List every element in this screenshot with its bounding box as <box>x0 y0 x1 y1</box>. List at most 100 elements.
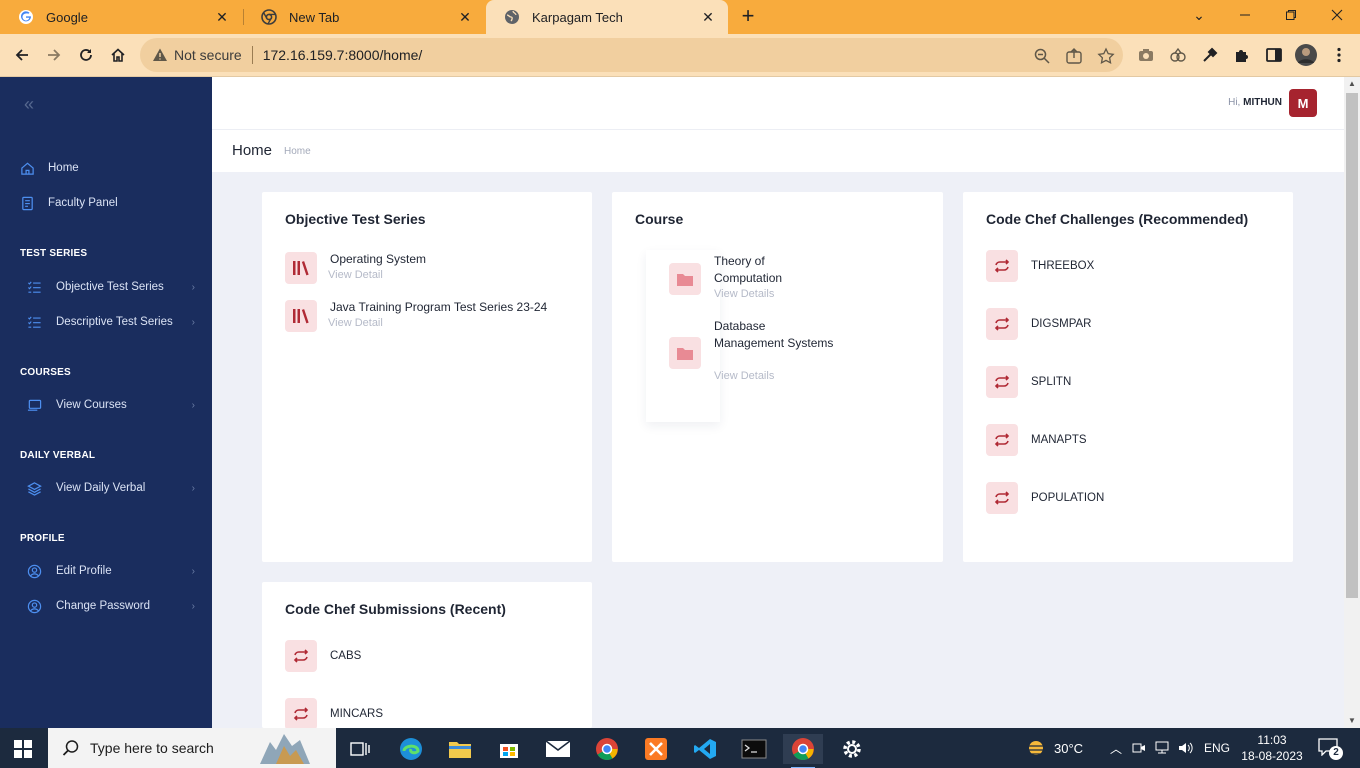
challenge-name[interactable]: POPULATION <box>1031 492 1104 504</box>
user-greeting[interactable]: Hi, MITHUN <box>1228 97 1282 108</box>
clock[interactable]: 11:03 18-08-2023 <box>1238 732 1306 764</box>
avatar[interactable]: M <box>1289 89 1317 117</box>
sidebar-item-label: Home <box>48 162 79 174</box>
chevron-up-icon[interactable]: ︿ <box>1110 740 1122 757</box>
submission-name[interactable]: MINCARS <box>330 708 383 720</box>
tab-search-icon[interactable]: ⌄ <box>1176 0 1222 30</box>
test-series-title[interactable]: Java Training Program Test Series 23-24 <box>330 300 547 314</box>
new-tab-button[interactable]: + <box>736 5 760 29</box>
user-circle-icon <box>27 564 42 578</box>
settings-gear-icon[interactable] <box>832 734 872 764</box>
sidebar-item-view-courses[interactable]: View Courses › <box>27 395 195 415</box>
view-detail-link[interactable]: View Detail <box>328 269 383 281</box>
sync-icon <box>986 424 1018 456</box>
weather-widget[interactable]: 30°C <box>1024 728 1083 768</box>
sidebar-item-label: View Courses <box>56 399 127 411</box>
sidebar-item-view-daily-verbal[interactable]: View Daily Verbal › <box>27 478 195 498</box>
search-icon <box>62 740 79 756</box>
collapse-sidebar-icon[interactable]: « <box>24 94 34 115</box>
scroll-down-icon[interactable]: ▼ <box>1344 714 1360 728</box>
sidebar-item-faculty-panel[interactable]: Faculty Panel <box>20 193 195 213</box>
challenge-name[interactable]: SPLITN <box>1031 376 1071 388</box>
chrome-active-icon[interactable] <box>783 734 823 768</box>
store-icon[interactable] <box>489 734 529 764</box>
volume-icon[interactable] <box>1178 741 1194 755</box>
close-icon[interactable]: ✕ <box>700 9 716 26</box>
sidebar-item-descriptive-test-series[interactable]: Descriptive Test Series › <box>27 312 195 332</box>
file-explorer-icon[interactable] <box>440 734 480 764</box>
sidebar-item-label: Objective Test Series <box>56 281 164 293</box>
tab-new-tab[interactable]: New Tab ✕ <box>243 0 485 34</box>
view-detail-link[interactable]: View Detail <box>328 317 383 329</box>
view-details-link[interactable]: View Details <box>714 370 774 382</box>
forward-icon[interactable] <box>42 43 66 67</box>
sidebar-heading-daily-verbal: DAILY VERBAL <box>20 450 96 461</box>
close-window-icon[interactable] <box>1314 0 1360 30</box>
layers-icon <box>27 481 42 496</box>
tab-karpagam-tech[interactable]: Karpagam Tech ✕ <box>486 0 728 34</box>
tab-google[interactable]: Google ✕ <box>0 0 242 34</box>
challenge-name[interactable]: THREEBOX <box>1031 260 1094 272</box>
sidebar-item-edit-profile[interactable]: Edit Profile › <box>27 561 195 581</box>
challenge-name[interactable]: MANAPTS <box>1031 434 1087 446</box>
tray-icons: ︿ ENG <box>1110 728 1230 768</box>
page-scrollbar[interactable]: ▲ ▼ <box>1344 77 1360 728</box>
breadcrumb-item-home[interactable]: Home <box>284 146 311 157</box>
star-icon[interactable] <box>1097 47 1115 65</box>
back-icon[interactable] <box>10 43 34 67</box>
address-bar[interactable]: Not secure 172.16.159.7:8000/home/ <box>140 38 1123 72</box>
notification-center-icon[interactable]: 2 <box>1318 738 1343 760</box>
edge-icon[interactable] <box>391 734 431 764</box>
tab-label: Google <box>46 9 88 25</box>
minimize-icon[interactable] <box>1222 0 1268 30</box>
home-browser-icon[interactable] <box>106 43 130 67</box>
camera-icon[interactable] <box>1137 46 1155 64</box>
side-panel-icon[interactable] <box>1265 46 1283 64</box>
challenge-name[interactable]: DIGSMPAR <box>1031 318 1092 330</box>
share-icon[interactable] <box>1065 47 1083 65</box>
sidebar-item-objective-test-series[interactable]: Objective Test Series › <box>27 277 195 297</box>
reload-icon[interactable] <box>74 43 98 67</box>
code-chef-submissions-card: Code Chef Submissions (Recent) CABS MINC… <box>262 582 592 728</box>
extension-ai-icon[interactable] <box>1169 46 1187 64</box>
terminal-icon[interactable] <box>734 734 774 764</box>
meet-camera-icon[interactable] <box>1132 741 1146 755</box>
warning-icon[interactable] <box>152 47 168 63</box>
chrome-app-icon[interactable] <box>587 734 627 764</box>
task-view-icon[interactable] <box>340 734 380 764</box>
monitor-icon <box>27 399 42 411</box>
course-name[interactable]: Database Management Systems <box>714 318 834 352</box>
taskbar-search-input[interactable]: Type here to search <box>48 728 336 768</box>
xampp-icon[interactable] <box>636 734 676 764</box>
close-icon[interactable]: ✕ <box>214 9 230 26</box>
language-indicator[interactable]: ENG <box>1204 741 1230 755</box>
browser-tab-bar: Google ✕ New Tab ✕ Karpagam Tech ✕ + ⌄ <box>0 0 1360 34</box>
eyedropper-icon[interactable] <box>1201 46 1219 64</box>
code-chef-challenges-card: Code Chef Challenges (Recommended) THREE… <box>963 192 1293 562</box>
restore-icon[interactable] <box>1268 0 1314 30</box>
course-name[interactable]: Theory of Computation <box>714 253 834 287</box>
view-details-link[interactable]: View Details <box>714 288 774 300</box>
scrollbar-thumb[interactable] <box>1346 93 1358 598</box>
profile-avatar-icon[interactable] <box>1295 44 1317 66</box>
sidebar-item-label: Faculty Panel <box>48 197 118 209</box>
sidebar-item-label: Change Password <box>56 600 150 612</box>
scroll-up-icon[interactable]: ▲ <box>1344 77 1360 91</box>
puzzle-extensions-icon[interactable] <box>1233 46 1251 64</box>
close-icon[interactable]: ✕ <box>457 9 473 26</box>
network-icon[interactable] <box>1154 741 1170 755</box>
submission-name[interactable]: CABS <box>330 650 361 662</box>
home-icon <box>21 162 34 175</box>
menu-dots-icon[interactable] <box>1330 46 1348 64</box>
sync-icon <box>986 366 1018 398</box>
url-text[interactable]: 172.16.159.7:8000/home/ <box>263 47 423 63</box>
sidebar-item-home[interactable]: Home <box>20 158 195 178</box>
sidebar-item-change-password[interactable]: Change Password › <box>27 596 195 616</box>
mail-icon[interactable] <box>538 734 578 764</box>
test-series-title[interactable]: Operating System <box>330 252 426 266</box>
vscode-icon[interactable] <box>685 734 725 764</box>
folder-icon <box>669 337 701 369</box>
sync-icon <box>986 308 1018 340</box>
windows-start-icon[interactable] <box>14 740 32 758</box>
zoom-icon[interactable] <box>1033 47 1051 65</box>
